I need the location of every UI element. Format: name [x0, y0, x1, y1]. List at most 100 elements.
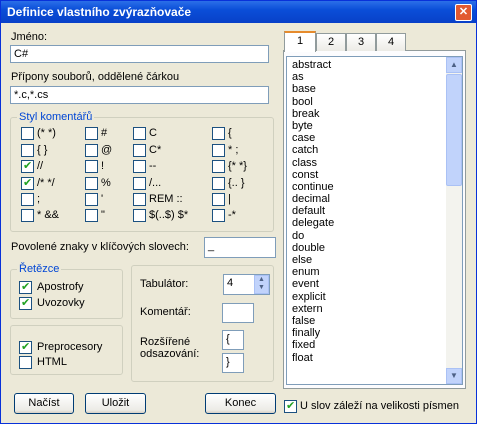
comment-style-checkbox[interactable] [85, 144, 98, 157]
keyword-item[interactable]: do [287, 230, 462, 242]
comment-style-label: * ; [228, 144, 239, 156]
comment-style-label: * && [37, 209, 60, 221]
indent-open-input[interactable]: { [222, 330, 244, 350]
apostrofy-label: Apostrofy [37, 281, 84, 293]
keyword-item[interactable]: enum [287, 266, 462, 278]
keyword-item[interactable]: event [287, 278, 462, 290]
comment-style-label: C* [149, 144, 162, 156]
scroll-thumb[interactable] [446, 74, 462, 186]
comment-style-checkbox[interactable] [212, 177, 225, 190]
keyword-item[interactable]: false [287, 315, 462, 327]
comment-style-checkbox[interactable] [21, 144, 34, 157]
tab-1[interactable]: 1 [284, 31, 316, 52]
comment-style-checkbox[interactable] [85, 193, 98, 206]
preprocesory-checkbox[interactable] [19, 340, 32, 354]
comment-style-checkbox[interactable] [133, 193, 146, 206]
apostrofy-checkbox[interactable] [19, 280, 32, 294]
keyword-item[interactable]: float [287, 352, 462, 364]
keyword-item[interactable]: byte [287, 120, 462, 132]
comment-style-label: REM :: [149, 193, 183, 205]
keyword-item[interactable]: base [287, 83, 462, 95]
keyword-item[interactable]: explicit [287, 291, 462, 303]
preprocesory-label: Preprocesory [37, 341, 103, 353]
case-sensitive-label: U slov záleží na velikosti písmen [300, 400, 459, 412]
tabulator-label: Tabulátor: [140, 278, 189, 290]
comment-style-checkbox[interactable] [133, 209, 146, 222]
comment-style-checkbox[interactable] [212, 144, 225, 157]
keyword-item[interactable]: default [287, 205, 462, 217]
comment-style-checkbox[interactable] [21, 193, 34, 206]
spin-down-icon[interactable]: ▼ [255, 284, 268, 292]
comment-style-checkbox[interactable] [85, 160, 98, 173]
comment-style-checkbox[interactable] [85, 127, 98, 140]
comment-style-label: ! [101, 160, 105, 172]
keyword-item[interactable]: fixed [287, 339, 462, 351]
keyword-item[interactable]: class [287, 157, 462, 169]
keyword-scrollbar[interactable]: ▲ ▼ [446, 57, 462, 384]
comment-style-checkbox[interactable] [212, 160, 225, 173]
keyword-item[interactable]: else [287, 254, 462, 266]
comment-style-checkbox[interactable] [85, 209, 98, 222]
name-label: Jméno: [11, 31, 48, 43]
end-button[interactable]: Konec [205, 393, 276, 414]
load-button[interactable]: Načíst [14, 393, 74, 414]
tab-4[interactable]: 4 [376, 33, 406, 51]
extensions-input[interactable]: *.c,*.cs [10, 86, 269, 104]
comment-style-checkbox[interactable] [133, 160, 146, 173]
comment-style-label: C [149, 127, 157, 139]
html-label: HTML [37, 356, 67, 368]
comment-style-label: # [101, 127, 108, 139]
comment-style-checkbox[interactable] [21, 127, 34, 140]
indent-close-input[interactable]: } [222, 353, 244, 373]
keyword-item[interactable]: continue [287, 181, 462, 193]
keyword-items: abstract as base bool break byte case catch clas… [287, 57, 462, 364]
keyword-item[interactable]: abstract [287, 59, 462, 71]
comment-style-checkbox[interactable] [21, 209, 34, 222]
keyword-item[interactable]: decimal [287, 193, 462, 205]
html-checkbox[interactable] [19, 356, 32, 369]
keyword-chars-input[interactable]: _ [204, 237, 276, 258]
case-sensitive-checkbox[interactable] [284, 399, 297, 413]
close-button[interactable]: ✕ [455, 4, 472, 21]
keyword-item[interactable]: as [287, 71, 462, 83]
comment-style-label: {.. } [228, 177, 245, 189]
window-title: Definice vlastního zvýrazňovače [7, 5, 192, 19]
scroll-up-icon[interactable]: ▲ [446, 57, 462, 73]
tab-2[interactable]: 2 [316, 33, 346, 51]
keyword-item[interactable]: delegate [287, 217, 462, 229]
comment-style-label: { [228, 127, 232, 139]
comment-style-checkbox[interactable] [212, 209, 225, 222]
indent-label-1: Rozšířené [140, 336, 191, 348]
dialog-window: Definice vlastního zvýrazňovače ✕ Jméno:… [0, 0, 477, 424]
spin-up-icon[interactable]: ▲ [255, 276, 268, 284]
comment-style-checkbox[interactable] [21, 176, 34, 190]
tabulator-spinner[interactable]: ▲ ▼ [254, 275, 269, 294]
keyword-item[interactable]: case [287, 132, 462, 144]
title-bar[interactable]: Definice vlastního zvýrazňovače ✕ [1, 1, 476, 23]
comment-style-checkbox[interactable] [212, 127, 225, 140]
komentar-input[interactable] [222, 303, 254, 323]
uvozovky-checkbox[interactable] [19, 296, 32, 310]
keyword-item[interactable]: break [287, 108, 462, 120]
comment-style-checkbox[interactable] [133, 127, 146, 140]
comment-style-checkbox[interactable] [85, 177, 98, 190]
uvozovky-label: Uvozovky [37, 297, 85, 309]
keyword-item[interactable]: extern [287, 303, 462, 315]
keyword-item[interactable]: bool [287, 96, 462, 108]
save-button[interactable]: Uložit [85, 393, 146, 414]
keyword-item[interactable]: catch [287, 144, 462, 156]
name-input[interactable]: C# [10, 45, 269, 63]
scroll-down-icon[interactable]: ▼ [446, 368, 462, 384]
indent-label-2: odsazování: [140, 348, 200, 360]
comment-style-checkbox[interactable] [133, 177, 146, 190]
keyword-list[interactable]: abstract as base bool break byte case catch clas… [286, 56, 463, 385]
tab-3[interactable]: 3 [346, 33, 376, 51]
comment-style-label: ' [101, 193, 104, 205]
comment-style-checkbox[interactable] [21, 159, 34, 173]
strings-group [10, 269, 123, 319]
comment-style-checkbox[interactable] [133, 144, 146, 157]
keyword-item[interactable]: double [287, 242, 462, 254]
comment-style-checkbox[interactable] [212, 193, 225, 206]
keyword-item[interactable]: const [287, 169, 462, 181]
keyword-item[interactable]: finally [287, 327, 462, 339]
